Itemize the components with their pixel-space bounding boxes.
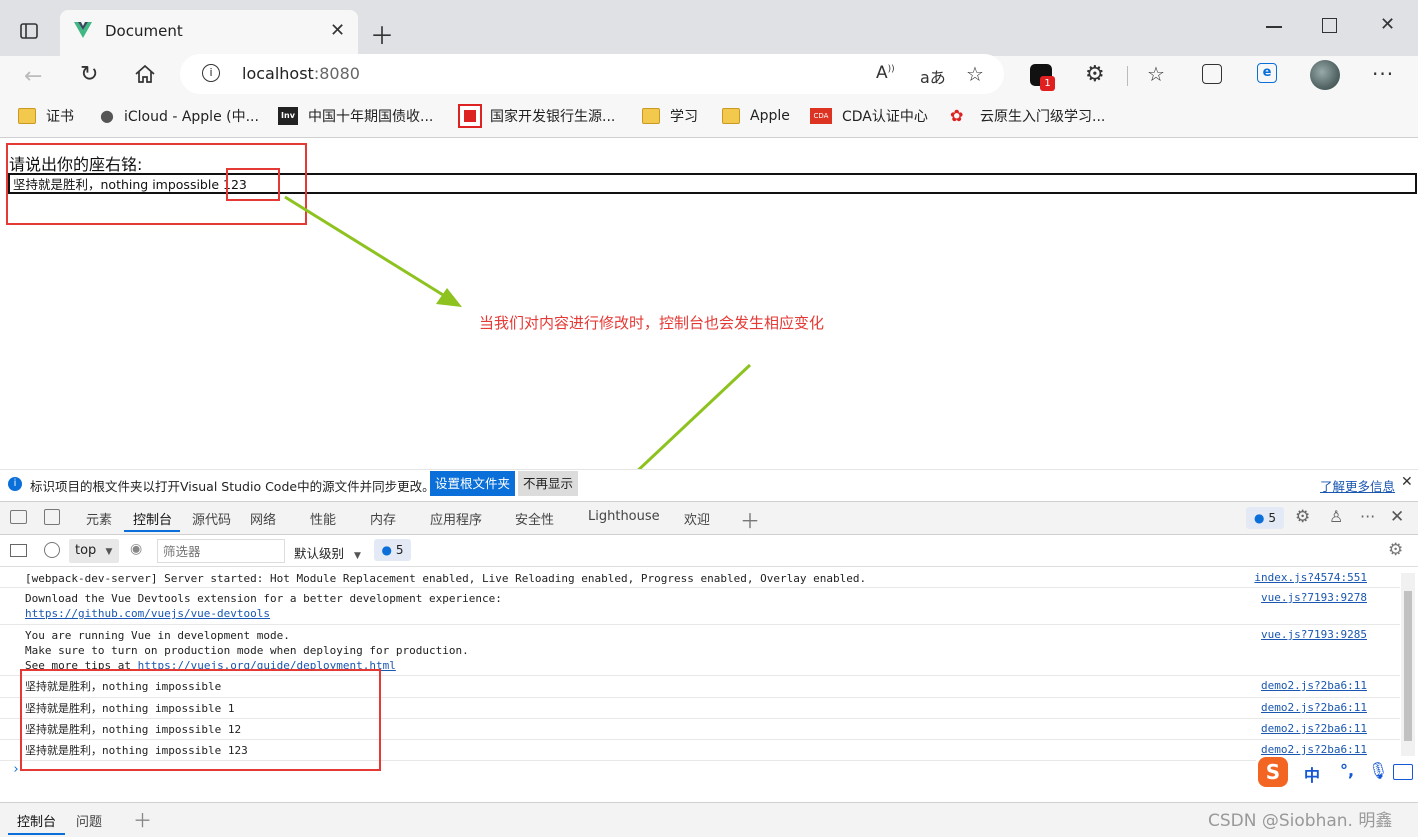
arrowhead-annotation [436,288,462,307]
console-message: [webpack-dev-server] Server started: Hot… [0,569,1400,588]
console-scrollbar[interactable] [1401,573,1415,758]
learn-more-link[interactable]: 了解更多信息 [1320,476,1395,495]
tab-memory[interactable]: 内存 [370,509,396,528]
filter-count-badge[interactable]: ● 5 [374,539,411,561]
close-infobar-icon[interactable]: ✕ [1401,474,1413,490]
log-level-dropdown[interactable]: 默认级别 ▼ [294,543,361,562]
tab-console[interactable]: 控制台 [133,509,172,528]
console-settings-icon[interactable]: ⚙ [1388,540,1403,560]
active-tab-indicator [124,530,180,532]
devtools-drawer [0,802,1418,837]
message-text: [webpack-dev-server] Server started: Hot… [25,572,867,585]
highlight-console-logs [20,669,381,771]
console-prompt[interactable]: › [12,762,20,777]
keyboard-icon[interactable] [1393,764,1413,780]
sogou-logo-icon: S [1258,757,1288,787]
close-devtools-icon[interactable]: ✕ [1390,507,1404,527]
tab-network[interactable]: 网络 [250,509,276,528]
message-icon: ● [381,543,392,557]
infobar-message: 标识项目的根文件夹以打开Visual Studio Code中的源文件并同步更改… [30,479,435,494]
drawer-active-indicator [8,833,65,835]
context-label: top [75,543,97,558]
source-link[interactable]: demo2.js?2ba6:11 [1261,701,1367,714]
source-link[interactable]: index.js?4574:551 [1254,571,1367,584]
dropdown-arrow-icon: ▼ [105,547,113,557]
source-link[interactable]: demo2.js?2ba6:11 [1261,679,1367,692]
tab-performance[interactable]: 性能 [310,509,336,528]
device-toolbar-icon[interactable] [44,509,60,525]
dropdown-arrow-icon: ▼ [354,551,361,561]
message-body: Download the Vue Devtools extension for … [25,592,502,605]
tab-elements[interactable]: 元素 [86,509,112,528]
drawer-add-tab-icon[interactable]: ＋ [133,806,152,833]
log-level-label: 默认级别 [294,546,345,561]
tab-sources[interactable]: 源代码 [192,509,231,528]
arrow-to-annotation [284,195,449,300]
add-tab-icon[interactable]: ＋ [740,505,760,534]
drawer-tab-issues[interactable]: 问题 [76,811,102,830]
tab-welcome[interactable]: 欢迎 [684,509,710,528]
source-link[interactable]: vue.js?7193:9285 [1261,628,1367,641]
ime-mode-label[interactable]: 中 [1304,762,1320,786]
tab-lighthouse[interactable]: Lighthouse [588,509,660,524]
message-link[interactable]: https://github.com/vuejs/vue-devtools [25,607,270,620]
drawer-tab-console[interactable]: 控制台 [17,811,56,830]
microphone-icon[interactable]: 🎙 [1368,761,1388,780]
context-selector[interactable]: top ▼ [69,539,119,563]
sidebar-toggle-icon[interactable] [10,544,27,557]
live-expression-eye-icon[interactable]: ◉ [130,541,142,557]
set-root-folder-button[interactable]: 设置根文件夹 [430,471,516,496]
issues-counter[interactable]: ● 5 [1246,507,1284,529]
scrollbar-thumb[interactable] [1404,591,1412,741]
source-link[interactable]: demo2.js?2ba6:11 [1261,722,1367,735]
csdn-watermark: CSDN @Siobhan. 明鑫 [1208,811,1393,831]
message-text: Download the Vue Devtools extension for … [25,591,502,621]
message-text: You are running Vue in development mode.… [25,628,469,673]
tab-security[interactable]: 安全性 [515,509,554,528]
filter-input[interactable] [157,539,285,563]
clear-console-icon[interactable] [44,542,60,558]
source-link[interactable]: demo2.js?2ba6:11 [1261,743,1367,756]
source-link[interactable]: vue.js?7193:9278 [1261,591,1367,604]
info-circle-icon: i [8,477,22,491]
message-icon: ● [1254,511,1265,525]
inspect-element-icon[interactable] [10,510,27,524]
ime-toolbar[interactable]: S 中 °, 🎙 [1256,756,1418,788]
settings-gear-icon[interactable]: ⚙ [1295,507,1310,527]
customize-icon[interactable]: ♙ [1329,507,1343,526]
dont-show-again-button[interactable]: 不再显示 [518,471,579,496]
devtools-more-icon[interactable]: ··· [1360,507,1375,526]
console-message: Download the Vue Devtools extension for … [0,588,1400,625]
ime-punct-label[interactable]: °, [1340,761,1354,780]
filter-count: 5 [395,543,404,557]
message-count: 5 [1268,511,1276,525]
tab-application[interactable]: 应用程序 [430,509,482,528]
